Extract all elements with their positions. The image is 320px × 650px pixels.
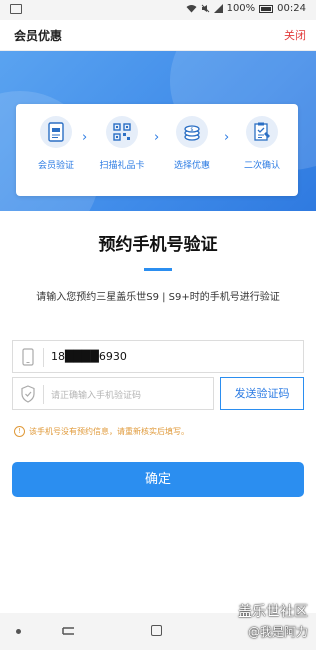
battery-icon [259,4,274,13]
page-title: 预约手机号验证 [98,235,218,255]
step-label: 二次确认 [243,161,280,171]
watermark-user: @我是阿力 [247,625,308,639]
steps-card: 会员验证 › 扫描礼品卡 › $ 选择优惠 › 二次确认 [16,104,298,196]
step-second-confirm: 二次确认 [232,116,292,171]
document-check-icon [246,116,278,148]
wifi-icon [186,5,197,13]
title-underline [144,268,172,271]
warning-text: 该手机号没有预约信息，请重新核实后填写。 [29,427,189,436]
step-label: 选择优惠 [173,161,210,171]
step-member-verify: 会员验证 [26,116,86,171]
status-bar: 100% 00:24 [0,0,316,20]
confirm-button[interactable]: 确定 [12,462,304,497]
close-button[interactable]: 关闭 [284,27,306,43]
recent-apps-icon[interactable] [62,625,76,637]
step-label: 扫描礼品卡 [99,161,145,171]
watermark-site: 盖乐世社区 [238,604,308,620]
step-label: 会员验证 [37,161,74,171]
verification-code-field[interactable]: 请正确输入手机验证码 [12,377,214,410]
image-notification-icon [10,4,22,14]
clock: 00:24 [277,3,306,14]
qr-code-icon [106,116,138,148]
signal-icon [213,4,223,13]
page-header-title: 会员优惠 [14,29,63,43]
warning-message: ! 该手机号没有预约信息，请重新核实后填写。 [14,426,189,437]
page-subtitle: 请输入您预约三星盖乐世S9 | S9+时的手机号进行验证 [36,292,280,303]
field-separator [43,385,44,404]
shield-check-icon [21,385,35,403]
warning-icon: ! [14,426,25,437]
svg-text:$: $ [190,127,193,133]
certificate-icon [40,116,72,148]
field-separator [43,348,44,367]
step-scan-gift-card: 扫描礼品卡 [92,116,152,171]
app-header: 会员优惠 关闭 [0,20,316,51]
code-input-placeholder[interactable]: 请正确输入手机验证码 [51,388,141,401]
phone-input-value[interactable]: 18████6930 [51,350,127,363]
chevron-right-icon: › [224,130,230,145]
status-icons: 100% 00:24 [186,3,306,14]
battery-percent: 100% [226,3,256,14]
chevron-right-icon: › [154,130,160,145]
coins-icon: $ [176,116,208,148]
phone-field[interactable]: 18████6930 [12,340,304,373]
send-code-button[interactable]: 发送验证码 [220,377,304,410]
home-icon[interactable] [151,625,162,636]
nav-dot-icon[interactable] [16,629,21,634]
mute-icon [201,4,209,13]
phone-icon [22,348,34,366]
chevron-right-icon: › [82,130,88,145]
step-choose-offer: $ 选择优惠 [162,116,222,171]
